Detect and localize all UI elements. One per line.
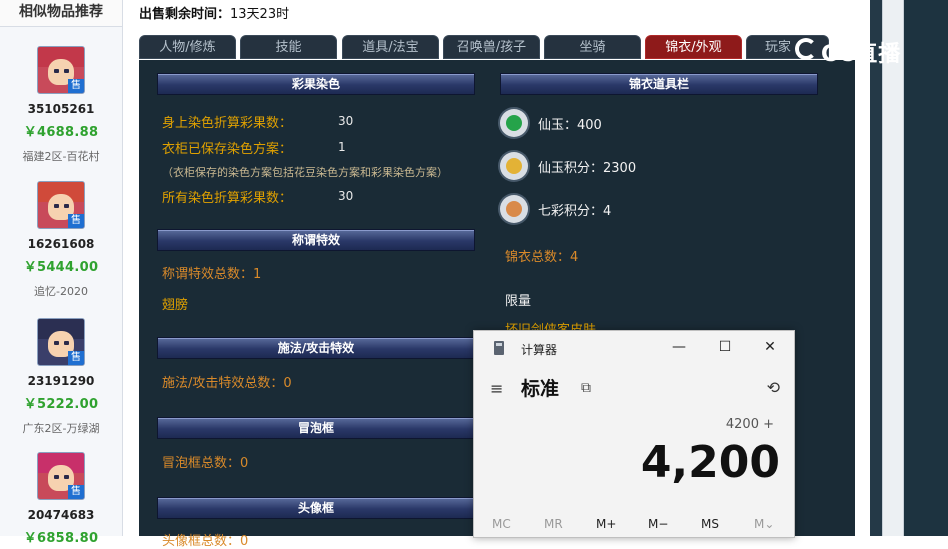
- scrollbar-track[interactable]: [882, 0, 904, 536]
- sale-badge: 售: [68, 79, 84, 93]
- calculator-expression: 4200 +: [725, 417, 774, 432]
- rec-price: ￥6858.80: [23, 531, 99, 546]
- tab-character[interactable]: 人物/修炼: [139, 35, 236, 59]
- dye-note: （衣柜保存的染色方案包括花豆染色方案和彩果染色方案）: [162, 166, 448, 179]
- sale-time-label: 出售剩余时间：: [139, 7, 231, 22]
- sidebar-title: 相似物品推荐: [0, 0, 122, 27]
- rec-item-2[interactable]: 售 16261608 ￥5444.00 追忆-2020: [0, 181, 122, 299]
- jade-points-icon: [500, 152, 528, 180]
- rec-price: ￥5222.00: [23, 397, 99, 412]
- bubble-total: 冒泡框总数：0: [162, 456, 249, 471]
- bubble-header: 冒泡框: [157, 417, 475, 439]
- title-effect-item: 翅膀: [162, 298, 189, 313]
- sale-badge: 售: [68, 214, 84, 228]
- dye-body-label: 身上染色折算彩果数：: [162, 116, 293, 131]
- calculator-app-icon: [494, 341, 504, 355]
- hamburger-menu-icon[interactable]: ≡: [490, 379, 503, 398]
- rec-server: 福建2区-百花村: [22, 150, 100, 163]
- sale-time-value: 13天23时: [230, 7, 290, 22]
- avatar[interactable]: 售: [37, 452, 85, 500]
- avatar[interactable]: 售: [37, 318, 85, 366]
- dye-body-value: 30: [338, 114, 354, 128]
- calculator-mode: 标准: [521, 378, 560, 400]
- memory-subtract-button[interactable]: M−: [648, 517, 668, 531]
- avatar-frame-total: 头像框总数：0: [162, 534, 249, 549]
- maximize-button[interactable]: ☐: [713, 337, 737, 357]
- sale-badge: 售: [68, 351, 84, 365]
- avatar[interactable]: 售: [37, 181, 85, 229]
- rec-item-3[interactable]: 售 23191290 ￥5222.00 广东2区-万绿湖: [0, 318, 122, 436]
- rainbow-points-icon: [500, 195, 528, 223]
- wardrobe-value: 1: [338, 140, 346, 154]
- rec-price: ￥5444.00: [23, 260, 99, 275]
- tab-pets[interactable]: 召唤兽/孩子: [443, 35, 540, 59]
- tab-mounts[interactable]: 坐骑: [544, 35, 641, 59]
- calculator-window[interactable]: 计算器 — ☐ ✕ ≡ 标准 ⧉ ⟲ 4200 + 4,200 MC MR M+…: [473, 330, 795, 538]
- title-effect-header: 称谓特效: [157, 229, 475, 251]
- rec-id[interactable]: 20474683: [0, 508, 122, 522]
- sale-badge: 售: [68, 485, 84, 499]
- sale-time: 出售剩余时间：13天23时: [139, 3, 289, 22]
- rec-server: 广东2区-万绿湖: [22, 422, 100, 435]
- avatar-frame-header: 头像框: [157, 497, 475, 519]
- jade-points-label: 仙玉积分：2300: [538, 161, 637, 176]
- close-button[interactable]: ✕: [758, 337, 782, 357]
- calculator-title: 计算器: [521, 343, 558, 357]
- tab-skills[interactable]: 技能: [240, 35, 337, 59]
- outfit-total: 锦衣总数：4: [505, 250, 579, 265]
- title-effect-total: 称谓特效总数：1: [162, 267, 262, 282]
- memory-add-button[interactable]: M+: [596, 517, 616, 531]
- rec-id[interactable]: 16261608: [0, 237, 122, 251]
- rec-item-4[interactable]: 售 20474683 ￥6858.80: [0, 452, 122, 546]
- rec-price: ￥4688.88: [23, 125, 99, 140]
- rainbow-points-label: 七彩积分：4: [538, 204, 612, 219]
- minimize-button[interactable]: —: [667, 337, 691, 357]
- history-icon[interactable]: ⟲: [767, 378, 780, 397]
- right-edge-strip: [870, 0, 948, 536]
- cc-logo-icon: [795, 38, 817, 60]
- dye-total-label: 所有染色折算彩果数：: [162, 191, 293, 206]
- watermark-text: CC直播: [821, 42, 902, 67]
- memory-list-button[interactable]: M⌄: [754, 517, 774, 531]
- avatar[interactable]: 售: [37, 46, 85, 94]
- tab-bar: 人物/修炼 技能 道具/法宝 召唤兽/孩子 坐骑 锦衣/外观 玩家: [139, 35, 829, 60]
- rec-id[interactable]: 23191290: [0, 374, 122, 388]
- keep-on-top-icon[interactable]: ⧉: [581, 380, 591, 396]
- dye-total-value: 30: [338, 189, 354, 203]
- rec-server: 追忆-2020: [34, 285, 88, 298]
- memory-store-button[interactable]: MS: [701, 517, 719, 531]
- outfit-items-header: 锦衣道具栏: [500, 73, 818, 95]
- rec-item-1[interactable]: 售 35105261 ￥4688.88 福建2区-百花村: [0, 46, 122, 164]
- similar-items-sidebar: 相似物品推荐 售 35105261 ￥4688.88 福建2区-百花村 售 16…: [0, 0, 123, 546]
- jade-icon: [500, 109, 528, 137]
- tab-items[interactable]: 道具/法宝: [342, 35, 439, 59]
- jade-label: 仙玉：400: [538, 118, 602, 133]
- calculator-result: 4,200: [640, 437, 780, 488]
- memory-recall-button[interactable]: MR: [544, 517, 563, 531]
- limited-label: 限量: [505, 294, 532, 309]
- cast-effect-total: 施法/攻击特效总数：0: [162, 376, 292, 391]
- dye-section-header: 彩果染色: [157, 73, 475, 95]
- tab-outfits[interactable]: 锦衣/外观: [645, 35, 742, 59]
- cast-effect-header: 施法/攻击特效: [157, 337, 475, 359]
- rec-id[interactable]: 35105261: [0, 102, 122, 116]
- memory-clear-button[interactable]: MC: [492, 517, 511, 531]
- wardrobe-label: 衣柜已保存染色方案：: [162, 142, 293, 157]
